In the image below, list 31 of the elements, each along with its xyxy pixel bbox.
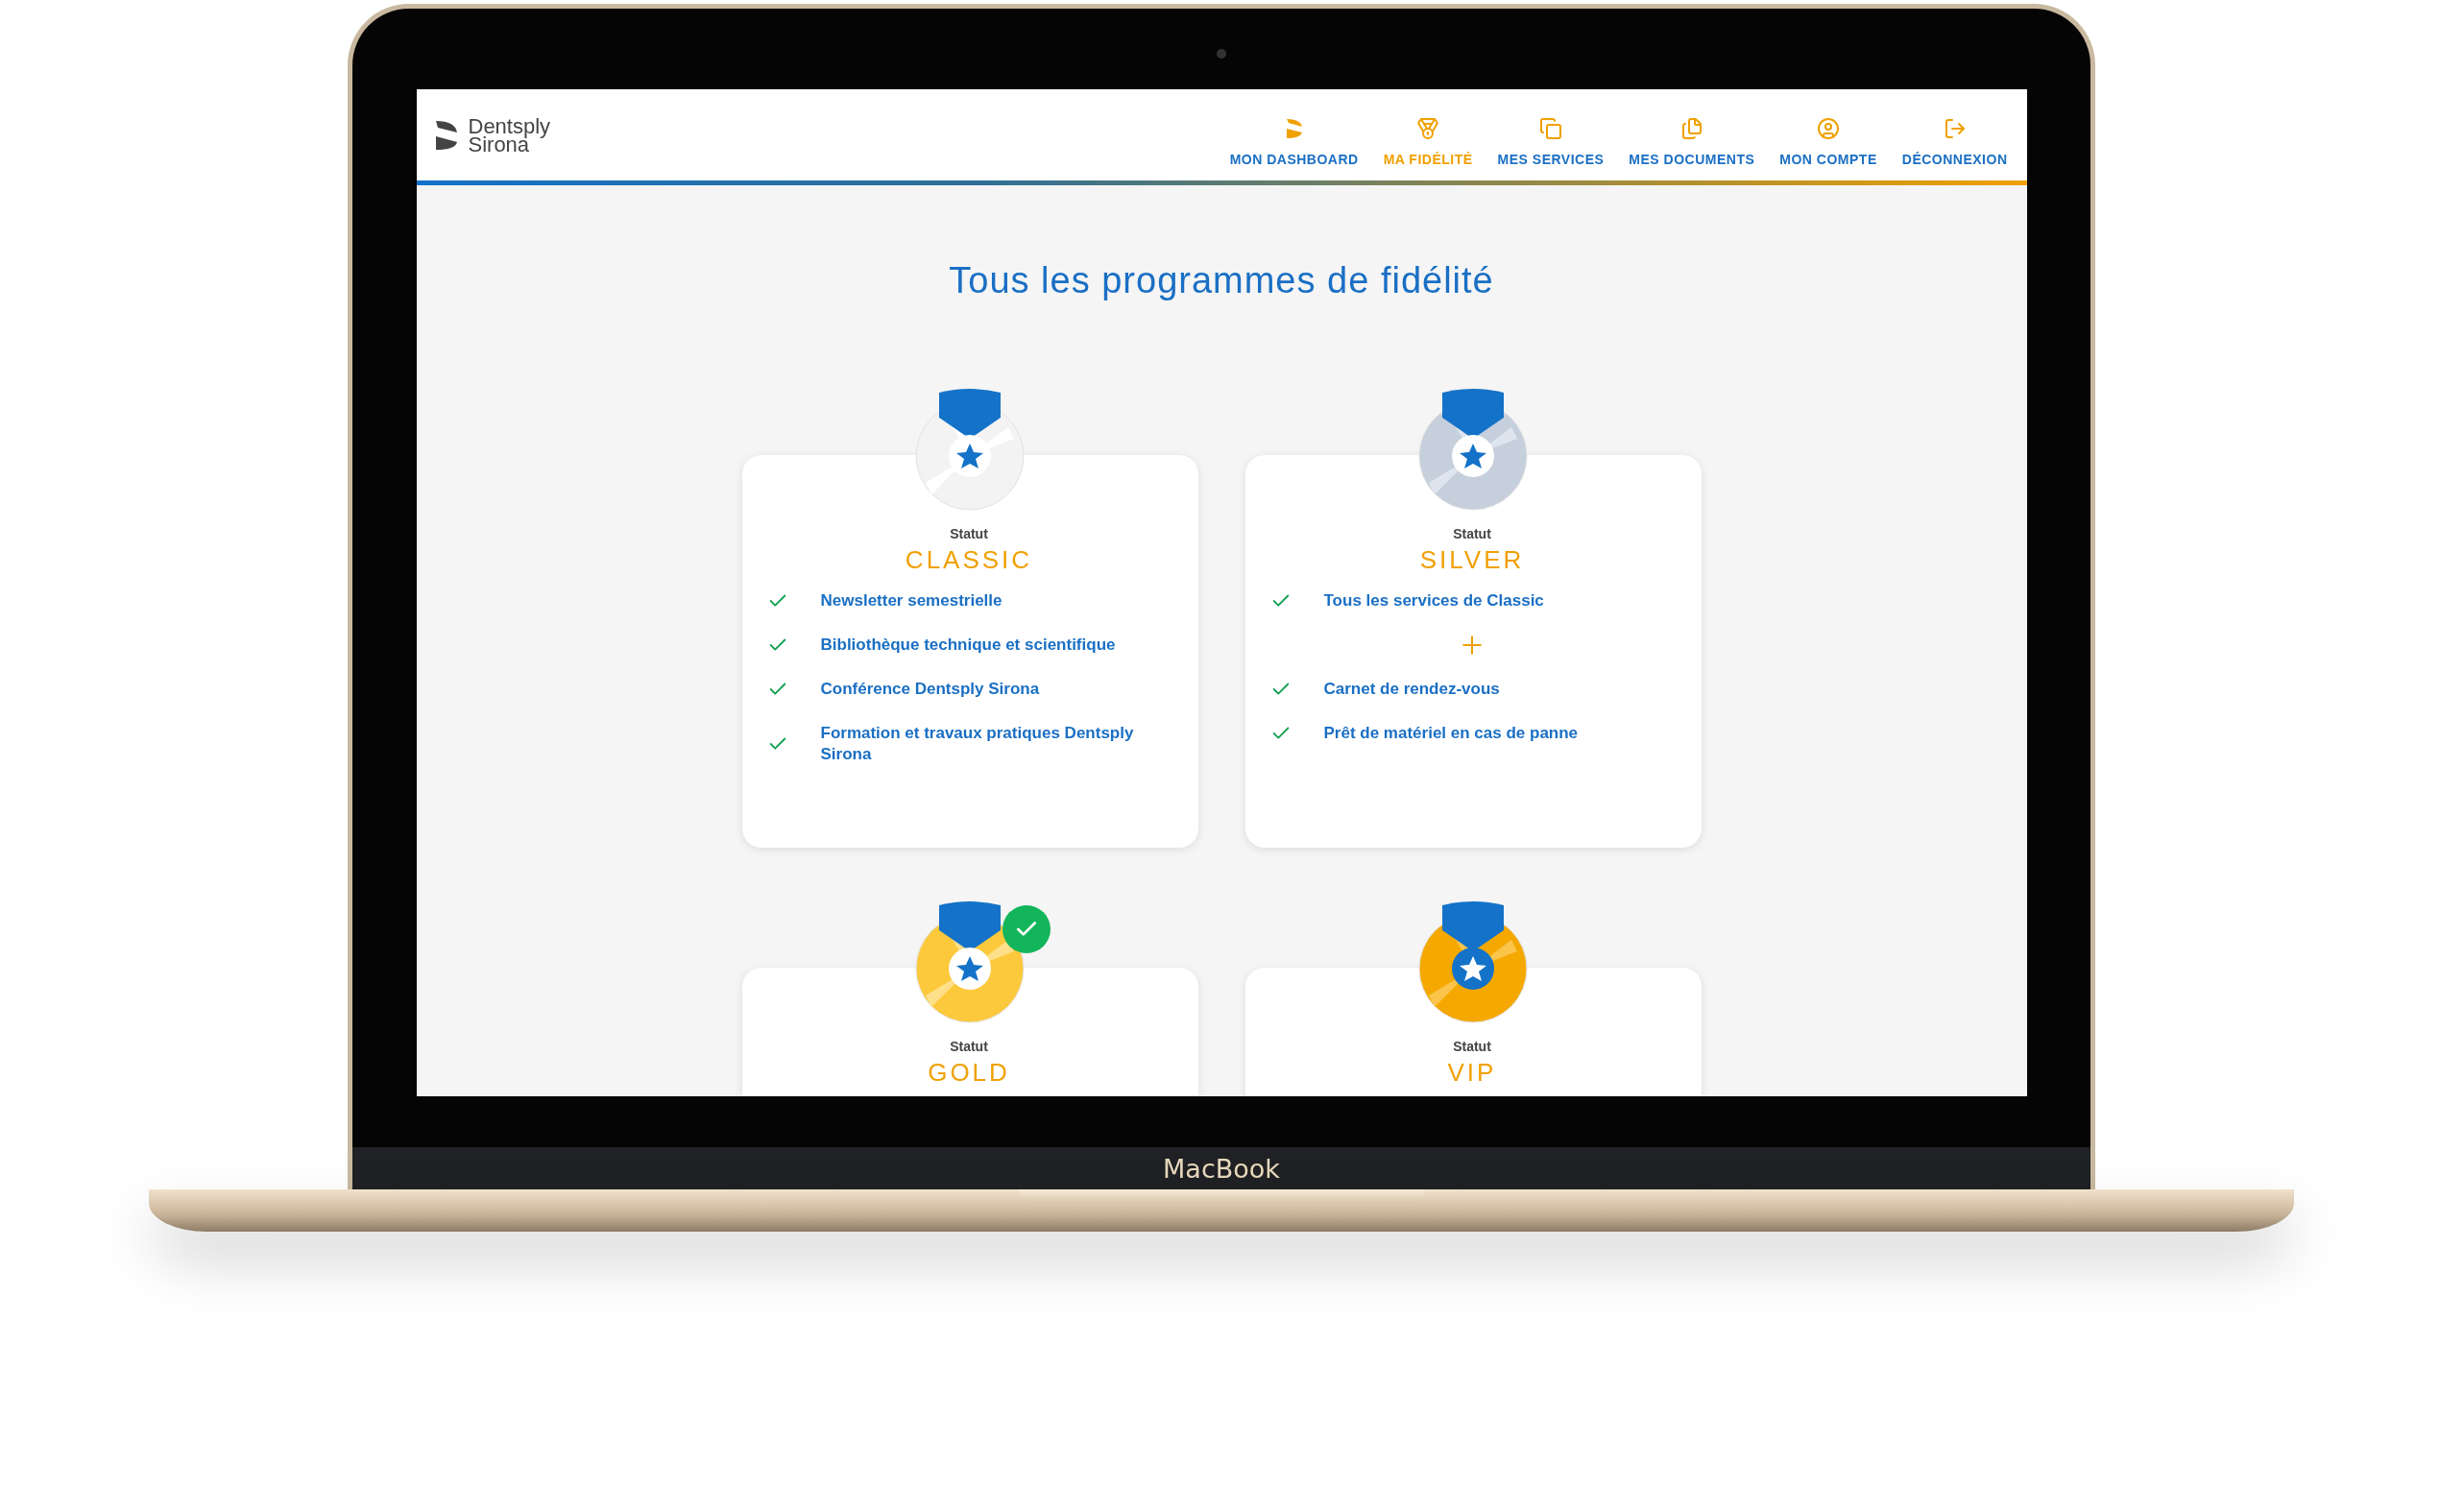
status-caption: Statut xyxy=(1453,526,1491,541)
tier-name: CLASSIC xyxy=(905,545,1033,575)
copy-icon xyxy=(1538,116,1562,140)
nav-tab[interactable]: MES SERVICES xyxy=(1497,116,1605,167)
brand-name: Dentsply Sirona xyxy=(468,116,551,154)
nav-tab[interactable]: MON DASHBOARD xyxy=(1229,116,1359,167)
camera-icon xyxy=(1217,49,1226,59)
logo-icon xyxy=(433,118,459,152)
benefit-text: Prêt de matériel en cas de panne xyxy=(1323,723,1580,744)
nav-tab[interactable]: MES DOCUMENTS xyxy=(1629,116,1755,167)
documents-icon xyxy=(1679,116,1703,140)
status-caption: Statut xyxy=(1453,1039,1491,1054)
page-title: Tous les programmes de fidélité xyxy=(948,260,1495,301)
status-caption: Statut xyxy=(950,1039,988,1054)
tier-name: VIP xyxy=(1447,1058,1497,1088)
device-label: MacBook xyxy=(1163,1153,1280,1184)
user-icon xyxy=(1817,116,1841,140)
nav-tab[interactable]: MON COMPTE xyxy=(1779,116,1877,167)
nav-tab[interactable]: DÉCONNEXION xyxy=(1901,116,2008,167)
benefit-text: Conférence Dentsply Sirona xyxy=(820,679,1041,700)
benefit-text: Newsletter semestrielle xyxy=(820,590,1003,612)
logout-icon xyxy=(1943,116,1967,140)
logo-mark-icon xyxy=(1284,116,1304,140)
benefit-text: Bibliothèque technique et scientifique xyxy=(820,635,1117,656)
tier-name: GOLD xyxy=(928,1058,1010,1088)
tier-name: SILVER xyxy=(1419,545,1525,575)
medal-icon xyxy=(1416,116,1440,140)
benefit-text: Tous les services de Classic xyxy=(1323,590,1545,612)
benefit-text: Carnet de rendez-vous xyxy=(1323,679,1501,700)
status-caption: Statut xyxy=(950,526,988,541)
benefit-text: Formation et travaux pratiques Dentsply Sirona xyxy=(820,723,1135,765)
